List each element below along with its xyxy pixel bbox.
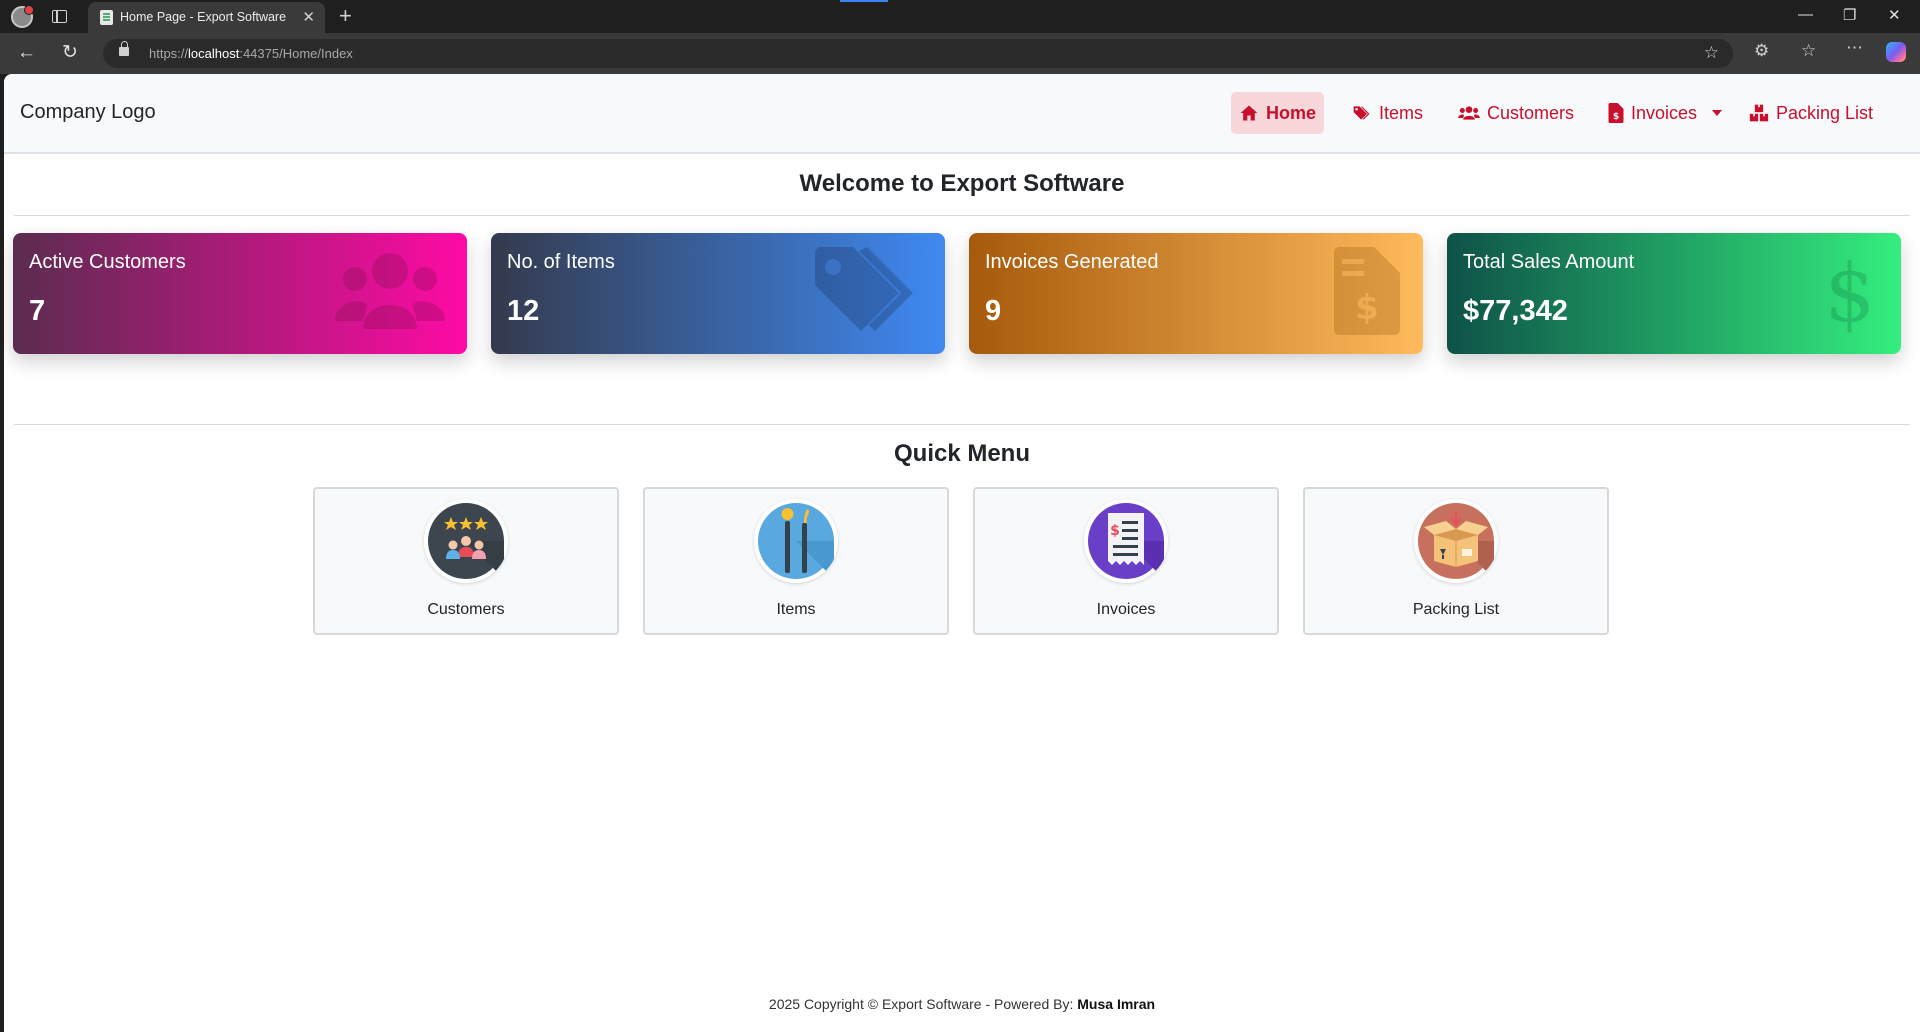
nav-customers[interactable]: Customers: [1450, 92, 1582, 134]
tags-icon: [1353, 106, 1370, 120]
top-navbar: Company Logo Home Items Customers $ Invo…: [4, 74, 1920, 154]
stat-card-active-customers: Active Customers 7: [13, 233, 467, 354]
nav-customers-label: Customers: [1487, 102, 1575, 123]
invoice-icon: $: [1608, 103, 1624, 123]
tab-indicator: [840, 0, 888, 2]
svg-text:$: $: [1613, 111, 1619, 122]
customers-rating-icon: [424, 499, 508, 583]
divider: [14, 424, 1910, 425]
favorites-icon[interactable]: ☆: [1801, 41, 1816, 61]
quick-menu-packing-list[interactable]: Packing List: [1303, 487, 1609, 635]
extensions-icon[interactable]: ⚙: [1754, 41, 1769, 61]
quick-menu-items[interactable]: Items: [643, 487, 949, 635]
receipt-icon: $: [1084, 499, 1168, 583]
back-arrow-icon[interactable]: ←: [17, 42, 36, 64]
home-icon: [1240, 105, 1258, 121]
copilot-icon[interactable]: [1886, 42, 1906, 62]
nav-invoices-dropdown[interactable]: $ Invoices: [1600, 92, 1730, 134]
svg-text:$: $: [1825, 251, 1875, 335]
url-text: https://localhost:44375/Home/Index: [149, 46, 353, 61]
stat-value: 12: [507, 295, 540, 327]
stat-card-invoices: Invoices Generated 9 $: [969, 233, 1423, 354]
quick-menu-label: Invoices: [1096, 601, 1156, 618]
nav-packing-list[interactable]: Packing List: [1741, 92, 1881, 134]
dollar-icon: $: [1825, 251, 1875, 335]
stat-label: Invoices Generated: [985, 251, 1159, 273]
nav-invoices-label: Invoices: [1631, 102, 1698, 123]
profile-avatar-icon[interactable]: [11, 5, 34, 28]
stat-label: Total Sales Amount: [1463, 251, 1635, 273]
browser-tab[interactable]: Home Page - Export Software ✕: [88, 2, 325, 33]
footer-text: 2025 Copyright © Export Software - Power…: [768, 996, 1078, 1012]
browser-tab-bar: Home Page - Export Software ✕ + — ❐ ✕: [0, 0, 1920, 33]
stat-value: 7: [29, 295, 46, 327]
boxes-icon: [1749, 104, 1769, 122]
reload-icon[interactable]: ↻: [62, 41, 78, 64]
quick-menu-customers[interactable]: Customers: [313, 487, 619, 635]
new-tab-icon[interactable]: +: [339, 3, 352, 29]
minimize-icon[interactable]: —: [1798, 6, 1813, 23]
open-box-icon: [1414, 499, 1498, 583]
favorite-star-icon[interactable]: ☆: [1704, 43, 1719, 63]
stat-value: 9: [985, 295, 1002, 327]
tab-close-icon[interactable]: ✕: [302, 8, 315, 26]
items-icon: [754, 499, 838, 583]
browser-toolbar: ← ↻ https://localhost:44375/Home/Index ☆…: [0, 33, 1920, 74]
footer-copyright: 2025 Copyright © Export Software - Power…: [4, 996, 1920, 1012]
stat-value: $77,342: [1463, 295, 1568, 327]
more-menu-icon[interactable]: ⋯: [1846, 38, 1863, 58]
page-content: Company Logo Home Items Customers $ Invo…: [4, 74, 1920, 1032]
stat-card-items: No. of Items 12: [491, 233, 945, 354]
quick-menu-label: Packing List: [1412, 601, 1500, 618]
quick-menu-title: Quick Menu: [893, 440, 1031, 467]
page-title: Welcome to Export Software: [799, 170, 1125, 197]
footer-author: Musa Imran: [1077, 996, 1156, 1012]
nav-items-label: Items: [1379, 102, 1424, 123]
divider: [14, 215, 1910, 216]
stat-label: Active Customers: [29, 251, 186, 273]
nav-items[interactable]: Items: [1344, 92, 1431, 134]
tags-icon: [815, 247, 913, 331]
brand-logo-text[interactable]: Company Logo: [20, 101, 156, 124]
tab-actions-icon[interactable]: [52, 10, 67, 23]
stat-label: No. of Items: [507, 251, 615, 273]
page-favicon-icon: [100, 10, 113, 25]
quick-menu-label: Customers: [427, 601, 505, 618]
invoice-icon: $: [1334, 247, 1400, 335]
users-icon: [335, 253, 445, 329]
tab-title: Home Page - Export Software: [120, 10, 287, 24]
lock-icon[interactable]: [119, 41, 129, 56]
address-bar[interactable]: https://localhost:44375/Home/Index ☆: [103, 39, 1733, 68]
users-icon: [1458, 106, 1480, 120]
nav-home-label: Home: [1266, 102, 1317, 123]
close-window-icon[interactable]: ✕: [1888, 6, 1901, 24]
svg-text:$: $: [1355, 288, 1379, 328]
restore-icon[interactable]: ❐: [1843, 6, 1856, 24]
svg-text:$: $: [1110, 523, 1120, 539]
stat-card-total-sales: Total Sales Amount $77,342 $: [1447, 233, 1901, 354]
chevron-down-icon: [1712, 110, 1723, 116]
nav-packing-list-label: Packing List: [1776, 102, 1874, 123]
quick-menu-invoices[interactable]: $ Invoices: [973, 487, 1279, 635]
nav-home[interactable]: Home: [1231, 92, 1325, 134]
quick-menu-label: Items: [776, 601, 816, 618]
